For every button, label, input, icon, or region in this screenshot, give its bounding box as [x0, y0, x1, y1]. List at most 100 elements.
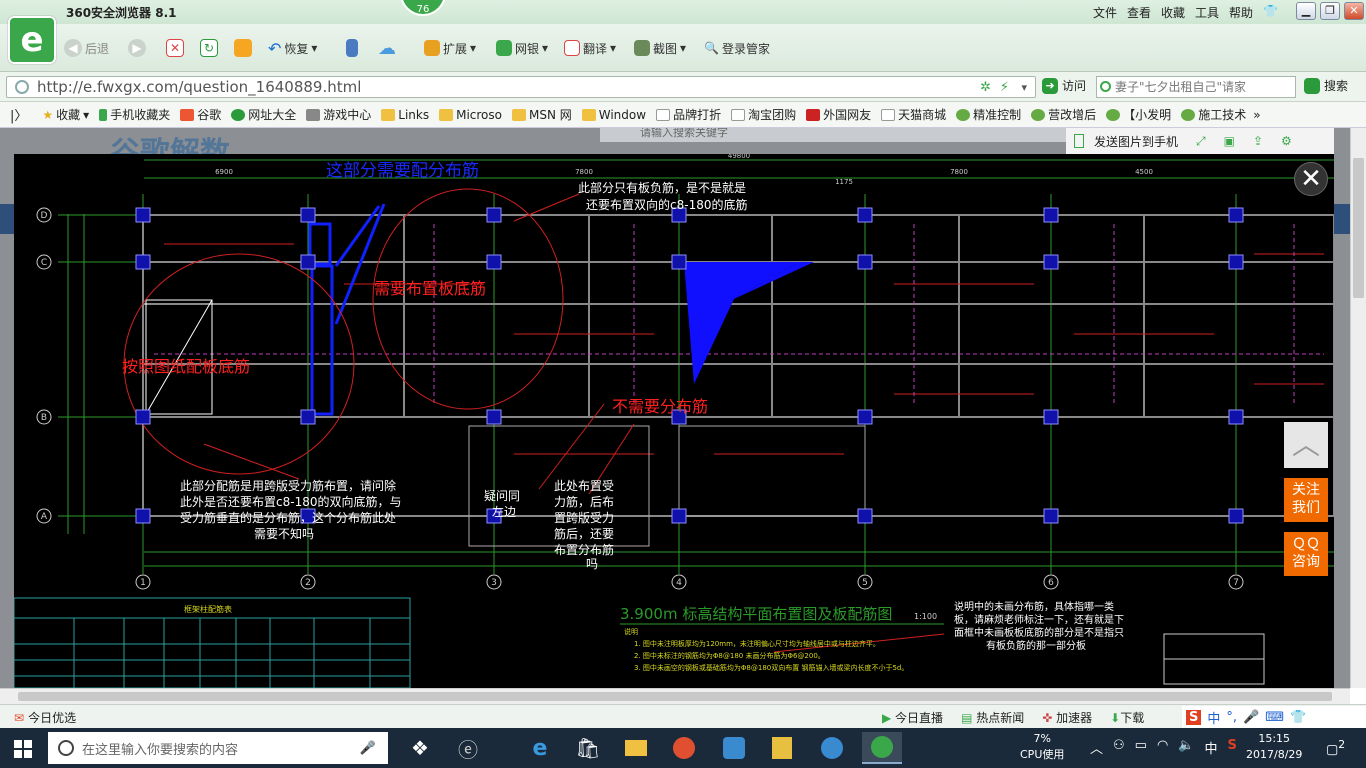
volume-icon[interactable]: 🔈: [1178, 738, 1194, 757]
battery-icon[interactable]: ▭: [1135, 738, 1147, 757]
fav-item[interactable]: 品牌打折: [653, 106, 724, 123]
folder-icon[interactable]: [616, 732, 656, 764]
lightning-icon[interactable]: ⚡: [1000, 80, 1009, 95]
share-icon[interactable]: ⇪: [1253, 134, 1263, 148]
dim-text: 7800: [575, 168, 593, 176]
fav-item[interactable]: 游戏中心: [303, 106, 374, 123]
fav-item[interactable]: 淘宝团购: [728, 106, 799, 123]
fav-item[interactable]: Links: [378, 108, 432, 122]
chat-icon: [1106, 108, 1121, 121]
menu-view[interactable]: 查看: [1127, 4, 1151, 21]
fav-item[interactable]: 网址大全: [228, 106, 299, 123]
chevron-up-icon[interactable]: ︿: [1090, 738, 1103, 757]
download-button[interactable]: ⬇下载: [1110, 709, 1144, 726]
search-button[interactable]: 搜索: [1304, 77, 1348, 94]
home-button[interactable]: [234, 36, 252, 60]
today-picks[interactable]: ✉ 今日优选: [14, 709, 76, 726]
skin-icon[interactable]: 👕: [1263, 4, 1278, 21]
minimize-button[interactable]: ▁: [1296, 2, 1316, 20]
forward-button[interactable]: ▶: [128, 36, 146, 60]
app-icon[interactable]: [762, 732, 802, 764]
notification-center-icon[interactable]: ▢2: [1326, 738, 1345, 757]
search-input[interactable]: 妻子"七夕出租自己"请家: [1096, 76, 1296, 98]
fav-item[interactable]: MSN 网: [509, 106, 575, 123]
scroll-thumb[interactable]: [18, 692, 1332, 701]
reload-icon[interactable]: ✲: [980, 80, 991, 95]
sogou-icon[interactable]: S: [1228, 738, 1237, 757]
fav-item[interactable]: 施工技术: [1178, 106, 1249, 123]
app-icon[interactable]: ⓔ: [448, 732, 488, 764]
plan-scale: 1:100: [914, 612, 937, 621]
ime-toolbar[interactable]: S 中 °, 🎤 ⌨ 👕: [1182, 706, 1366, 728]
fav-item[interactable]: Microso: [436, 108, 505, 122]
fav-item[interactable]: 手机收藏夹: [96, 106, 173, 123]
stop-button[interactable]: ✕: [166, 36, 184, 60]
follow-us-button[interactable]: 关注 我们: [1284, 478, 1328, 522]
question-text: 力筋，后布: [554, 494, 614, 509]
wifi-icon[interactable]: ◠: [1157, 738, 1168, 757]
refresh-button[interactable]: ↻: [200, 36, 218, 60]
back-to-top-button[interactable]: ︿: [1284, 422, 1328, 468]
sidebar-toggle-icon[interactable]: |〉: [10, 105, 27, 124]
start-button[interactable]: [14, 740, 32, 758]
live-button[interactable]: ▶ 今日直播: [882, 709, 943, 726]
fullscreen-icon[interactable]: ⤢: [1196, 134, 1206, 149]
close-window-button[interactable]: ✕: [1344, 2, 1364, 20]
login-manager-button[interactable]: 🔍 登录管家: [704, 36, 770, 60]
fav-item[interactable]: 精准控制: [953, 106, 1024, 123]
people-icon[interactable]: ⚇: [1113, 738, 1125, 757]
app-icon[interactable]: [812, 732, 852, 764]
visit-button[interactable]: ➜ 访问: [1042, 77, 1086, 94]
scroll-thumb[interactable]: [1353, 158, 1364, 298]
translate-button[interactable]: 翻译 ▾: [564, 36, 616, 60]
task-view-icon[interactable]: ❖: [400, 732, 440, 764]
dropdown-icon: ▾: [311, 41, 318, 55]
menu-tools[interactable]: 工具: [1195, 4, 1219, 21]
edge-icon[interactable]: e: [520, 732, 560, 764]
menu-file[interactable]: 文件: [1093, 4, 1117, 21]
fav-item[interactable]: 外国网友: [803, 106, 874, 123]
horizontal-scrollbar[interactable]: [0, 688, 1350, 704]
store-icon[interactable]: 🛍: [568, 732, 608, 764]
ime-indicator[interactable]: 中: [1205, 738, 1218, 757]
gear-icon[interactable]: ⚙: [1281, 134, 1292, 148]
fav-item[interactable]: Window: [579, 108, 649, 122]
fav-item[interactable]: 天猫商城: [878, 106, 949, 123]
restore-button[interactable]: ↶ 恢复 ▾: [268, 36, 317, 60]
vertical-scrollbar[interactable]: [1350, 128, 1366, 688]
close-viewer-button[interactable]: ✕: [1294, 162, 1328, 196]
save-icon[interactable]: ▣: [1224, 134, 1235, 148]
menu-favorites[interactable]: 收藏: [1161, 4, 1185, 21]
cloud-button[interactable]: ☁: [378, 36, 396, 60]
news-button[interactable]: ▤ 热点新闻: [961, 709, 1024, 726]
phone-button[interactable]: [346, 36, 358, 60]
screenshot-button[interactable]: 截图 ▾: [634, 36, 686, 60]
notification-count: 2: [1338, 738, 1346, 751]
browser-logo[interactable]: e: [8, 16, 56, 64]
mic-icon[interactable]: 🎤: [360, 741, 376, 756]
fav-item[interactable]: 营改增后: [1028, 106, 1099, 123]
clock[interactable]: 15:15 2017/8/29: [1246, 731, 1302, 763]
more-icon[interactable]: »: [1253, 108, 1260, 122]
notification-badge[interactable]: 76: [400, 0, 446, 16]
accelerator-button[interactable]: ✜ 加速器: [1042, 709, 1092, 726]
app-icon[interactable]: [714, 732, 754, 764]
url-dropdown-icon[interactable]: ▾: [1021, 81, 1027, 94]
taskbar-search[interactable]: 在这里输入你要搜索的内容 🎤: [48, 732, 388, 764]
cpu-meter[interactable]: 7% CPU使用: [1020, 731, 1064, 763]
menu-help[interactable]: 帮助: [1229, 4, 1253, 21]
app-icon[interactable]: [664, 732, 704, 764]
fav-item[interactable]: 【小发明: [1103, 106, 1174, 123]
question-text: 吗: [586, 557, 598, 571]
bank-button[interactable]: 网银 ▾: [496, 36, 548, 60]
fav-item[interactable]: ★ 收藏 ▾: [39, 106, 92, 123]
back-button[interactable]: ◀ 后退: [64, 36, 109, 60]
url-input[interactable]: http://e.fwxgx.com/question_1640889.html…: [6, 76, 1036, 98]
send-to-phone-button[interactable]: 发送图片到手机: [1094, 133, 1178, 150]
extend-button[interactable]: 扩展 ▾: [424, 36, 476, 60]
qq-consult-button[interactable]: ＱＱ 咨询: [1284, 532, 1328, 576]
keyboard-icon: ⌨: [1265, 709, 1284, 725]
maximize-button[interactable]: ❐: [1320, 2, 1340, 20]
browser-task-icon[interactable]: [862, 732, 902, 764]
fav-item[interactable]: 谷歌: [177, 106, 224, 123]
